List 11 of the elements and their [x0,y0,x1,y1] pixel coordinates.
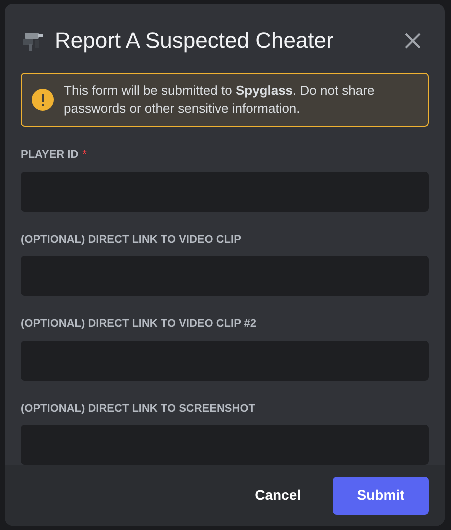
cancel-button[interactable]: Cancel [239,476,317,514]
field-label: PLAYER ID [21,148,79,163]
field-label: (OPTIONAL) DIRECT LINK TO VIDEO CLIP [21,232,242,248]
required-mark: * [82,148,87,163]
field-label: (OPTIONAL) DIRECT LINK TO VIDEO CLIP #2 [21,317,257,332]
warning-icon [32,89,54,111]
submit-button[interactable]: Submit [333,476,429,514]
notice-text: This form will be submitted to Spyglass. Do not share passwords or other sensitive information. [64,82,376,118]
dialog-title: Report A Suspected Cheater [55,27,335,55]
field-label: (OPTIONAL) DIRECT LINK TO SCREENSHOT [21,402,256,416]
close-icon [404,32,422,50]
